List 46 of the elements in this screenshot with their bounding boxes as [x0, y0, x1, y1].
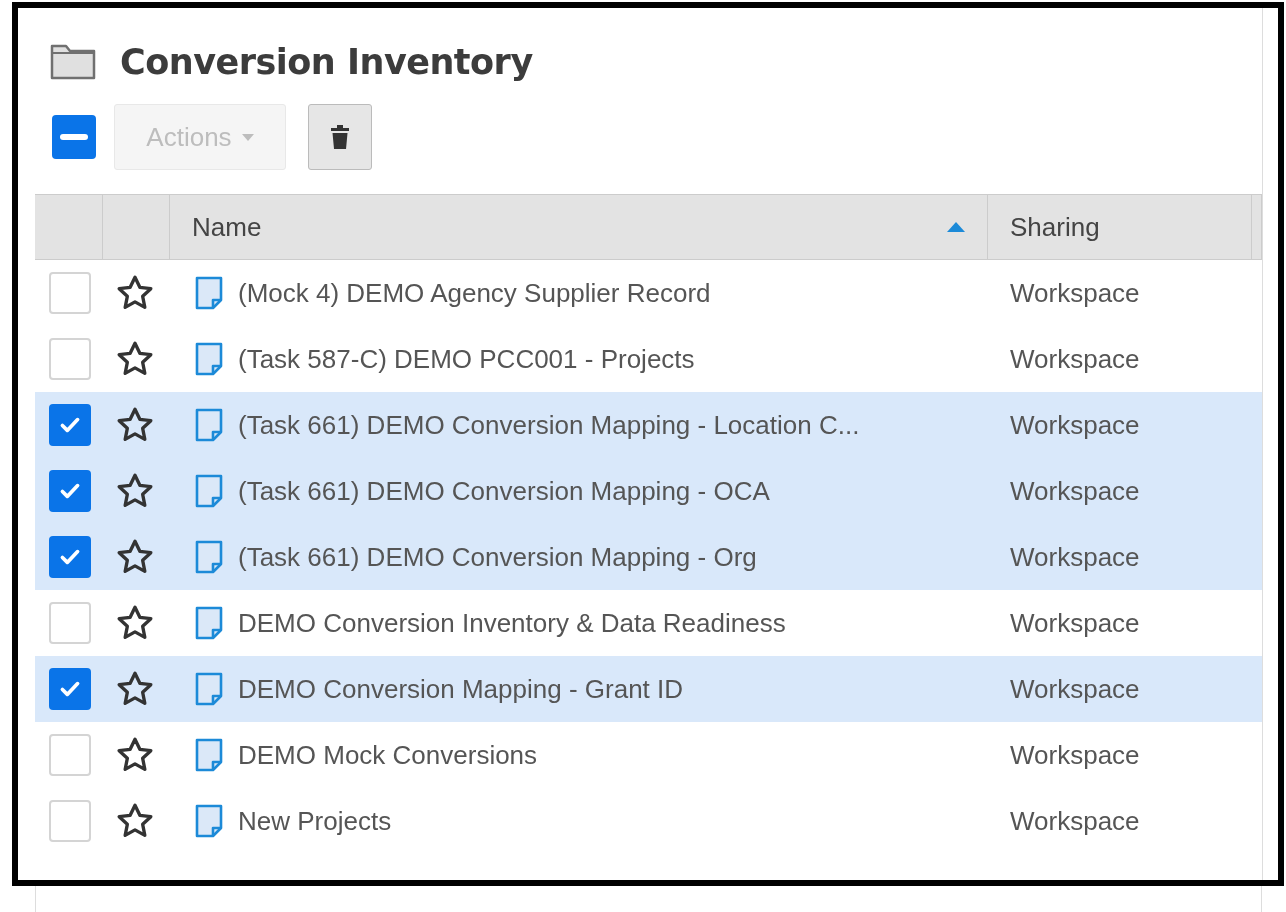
file-name[interactable]: DEMO Conversion Inventory & Data Readiness — [238, 607, 786, 639]
sharing-cell: Workspace — [1010, 409, 1140, 440]
document-icon — [194, 473, 224, 509]
row-checkbox[interactable] — [49, 470, 91, 512]
file-name[interactable]: (Task 587-C) DEMO PCC001 - Projects — [238, 343, 695, 375]
delete-button[interactable] — [308, 104, 372, 170]
column-header[interactable]: Sharing — [1010, 211, 1100, 243]
sharing-cell: Workspace — [1010, 343, 1140, 374]
file-name[interactable]: (Task 661) DEMO Conversion Mapping - Org — [238, 541, 757, 573]
file-name[interactable]: (Task 661) DEMO Conversion Mapping - OCA — [238, 475, 770, 507]
file-name[interactable]: DEMO Mock Conversions — [238, 739, 538, 771]
row-checkbox[interactable] — [49, 404, 91, 446]
file-name[interactable]: New Projects — [238, 805, 392, 837]
select-all-checkbox[interactable] — [52, 115, 96, 159]
document-icon — [194, 803, 224, 839]
row-checkbox[interactable] — [49, 536, 91, 578]
sharing-cell: Workspace — [1010, 607, 1140, 638]
folder-icon — [50, 44, 96, 80]
sharing-cell: Workspace — [1010, 277, 1140, 308]
document-icon — [194, 407, 224, 443]
document-icon — [194, 275, 224, 311]
sharing-cell: Workspace — [1010, 805, 1140, 836]
sharing-cell: Workspace — [1010, 541, 1140, 572]
row-checkbox[interactable] — [49, 602, 91, 644]
document-icon — [194, 341, 224, 377]
row-checkbox[interactable] — [49, 800, 91, 842]
file-name[interactable]: DEMO Conversion Mapping - Grant ID — [238, 673, 684, 705]
row-checkbox[interactable] — [49, 668, 91, 710]
document-icon — [194, 737, 224, 773]
sharing-cell: Workspace — [1010, 739, 1140, 770]
column-header[interactable]: Name — [192, 211, 262, 243]
document-icon — [194, 671, 224, 707]
document-icon — [194, 539, 224, 575]
row-checkbox[interactable] — [49, 338, 91, 380]
trash-icon — [330, 124, 350, 150]
minus-icon — [60, 134, 88, 140]
page-title: Conversion Inventory — [120, 42, 533, 82]
row-checkbox[interactable] — [49, 272, 91, 314]
sharing-cell: Workspace — [1010, 673, 1140, 704]
row-checkbox[interactable] — [49, 734, 91, 776]
file-name[interactable]: (Task 661) DEMO Conversion Mapping - Location C... — [238, 409, 860, 441]
sort-ascending-icon — [947, 222, 965, 232]
sharing-cell: Workspace — [1010, 475, 1140, 506]
file-name[interactable]: (Mock 4) DEMO Agency Supplier Record — [238, 277, 711, 309]
caret-icon — [241, 133, 254, 141]
document-icon — [194, 605, 224, 641]
